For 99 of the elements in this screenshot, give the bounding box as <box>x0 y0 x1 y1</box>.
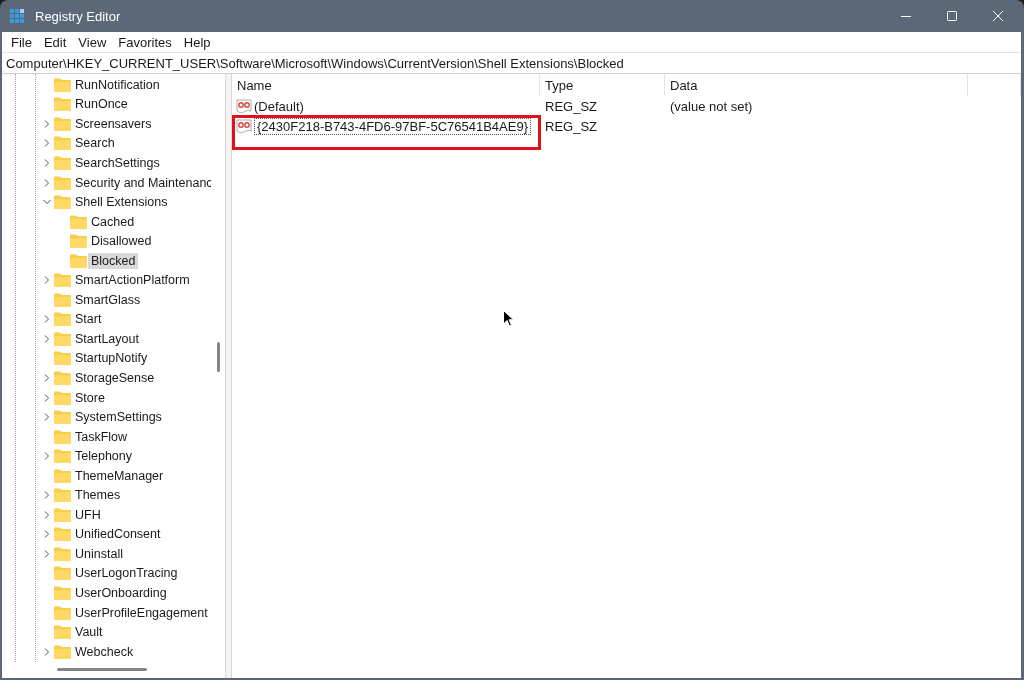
chevron-icon[interactable] <box>43 334 51 343</box>
table-cell-text: REG_SZ <box>544 118 598 134</box>
tree-item[interactable]: SearchSettings <box>72 154 163 171</box>
tree-item[interactable]: StartLayout <box>72 330 142 347</box>
folder-icon <box>54 546 71 561</box>
menu-item[interactable]: Favorites <box>112 34 178 50</box>
folder-icon <box>70 234 87 249</box>
folder-icon <box>54 468 71 483</box>
app-icon <box>10 8 26 24</box>
column-header[interactable]: Data <box>665 74 968 96</box>
tree-item[interactable]: Screensavers <box>72 115 155 132</box>
tree-item[interactable]: Shell Extensions <box>72 194 171 211</box>
chevron-icon[interactable] <box>43 647 51 656</box>
string-value-icon <box>236 118 252 134</box>
tree-item[interactable]: Disallowed <box>88 233 155 250</box>
table-cell-text: (value not set) <box>669 98 754 114</box>
folder-icon <box>54 586 71 600</box>
folder-icon <box>54 77 71 92</box>
column-header[interactable]: Type <box>540 74 665 96</box>
folder-icon <box>54 605 71 620</box>
tree-item[interactable]: Blocked <box>88 252 139 269</box>
tree-item[interactable]: Telephony <box>72 448 135 465</box>
folder-icon <box>54 429 71 444</box>
folder-icon <box>54 292 71 307</box>
tree-item[interactable]: SmartActionPlatform <box>72 272 193 289</box>
tree-item[interactable]: TaskFlow <box>72 428 131 445</box>
tree-item[interactable]: UserProfileEngagement <box>72 604 211 621</box>
chevron-icon[interactable] <box>43 510 51 519</box>
folder-icon <box>54 625 71 640</box>
menu-item[interactable]: Help <box>177 34 217 50</box>
folder-icon <box>54 390 71 405</box>
chevron-icon[interactable] <box>43 491 51 500</box>
menu-item[interactable]: Edit <box>37 34 73 50</box>
menu-item[interactable]: View <box>72 34 113 50</box>
folder-icon <box>54 351 71 366</box>
folder-icon <box>54 116 71 131</box>
tree-item[interactable]: Uninstall <box>72 545 126 562</box>
string-value-icon <box>236 98 252 114</box>
tree-item[interactable]: Start <box>72 311 105 328</box>
maximize-icon <box>947 11 957 21</box>
column-header[interactable]: Name <box>232 74 540 96</box>
value-name: (Default) <box>254 98 304 114</box>
chevron-icon[interactable] <box>43 178 51 187</box>
folder-icon <box>54 507 71 522</box>
folder-icon <box>70 253 87 268</box>
chevron-icon[interactable] <box>43 393 51 402</box>
folder-icon <box>54 410 71 425</box>
tree-item[interactable]: UFH <box>72 506 104 523</box>
tree-item[interactable]: Store <box>72 389 108 406</box>
folder-icon <box>54 331 71 346</box>
folder-icon <box>54 175 71 190</box>
tree-item[interactable]: SmartGlass <box>72 291 144 308</box>
folder-icon <box>54 136 71 151</box>
chevron-icon[interactable] <box>43 549 51 558</box>
menu-item[interactable]: File <box>5 34 38 50</box>
tree-item[interactable]: Vault <box>72 624 106 641</box>
close-icon <box>993 11 1003 21</box>
folder-icon <box>54 155 71 170</box>
folder-icon <box>54 449 71 464</box>
tree-item[interactable]: StorageSense <box>72 369 158 386</box>
tree-item[interactable]: Cached <box>88 213 138 230</box>
folder-icon <box>54 273 71 288</box>
tree-item[interactable]: Themes <box>72 487 124 504</box>
tree-item[interactable]: SystemSettings <box>72 409 165 426</box>
tree-item[interactable]: UserOnboarding <box>72 585 170 601</box>
folder-icon <box>54 370 71 385</box>
tree-item[interactable]: StartupNotify <box>72 350 151 367</box>
folder-icon <box>54 97 71 112</box>
folder-icon <box>54 527 71 542</box>
mouse-cursor-icon <box>503 310 514 327</box>
address-bar[interactable]: Computer\HKEY_CURRENT_USER\Software\Microsoft\Windows\CurrentVersion\Shell Extensions\Blocked <box>2 52 1021 74</box>
chevron-icon[interactable] <box>43 139 51 148</box>
tree-item[interactable]: RunOnce <box>72 96 131 113</box>
chevron-icon[interactable] <box>43 198 51 207</box>
chevron-icon[interactable] <box>43 413 51 422</box>
tree-item[interactable]: RunNotification <box>72 76 163 93</box>
chevron-icon[interactable] <box>43 452 51 461</box>
folder-icon <box>54 312 71 327</box>
scrollbar-thumb[interactable] <box>217 342 221 372</box>
tree-item[interactable]: ThemeManager <box>72 467 167 484</box>
chevron-icon[interactable] <box>43 119 51 128</box>
chevron-icon[interactable] <box>43 158 51 167</box>
minimize-icon <box>901 15 911 17</box>
chevron-icon[interactable] <box>43 530 51 539</box>
folder-icon <box>54 195 71 210</box>
folder-icon <box>54 488 71 503</box>
chevron-icon[interactable] <box>43 276 51 285</box>
tree-item[interactable]: UnifiedConsent <box>72 526 164 543</box>
folder-icon <box>54 566 71 581</box>
folder-icon <box>54 644 71 659</box>
folder-icon <box>70 214 87 229</box>
tree-item[interactable]: Search <box>72 135 118 152</box>
chevron-icon[interactable] <box>43 373 51 382</box>
chevron-icon[interactable] <box>43 315 51 324</box>
table-cell-text: REG_SZ <box>544 98 598 114</box>
window-title: Registry Editor <box>35 8 122 24</box>
scrollbar-thumb[interactable] <box>57 668 147 671</box>
tree-item[interactable]: UserLogonTracing <box>72 565 181 582</box>
tree-item[interactable]: Webcheck <box>72 643 137 660</box>
